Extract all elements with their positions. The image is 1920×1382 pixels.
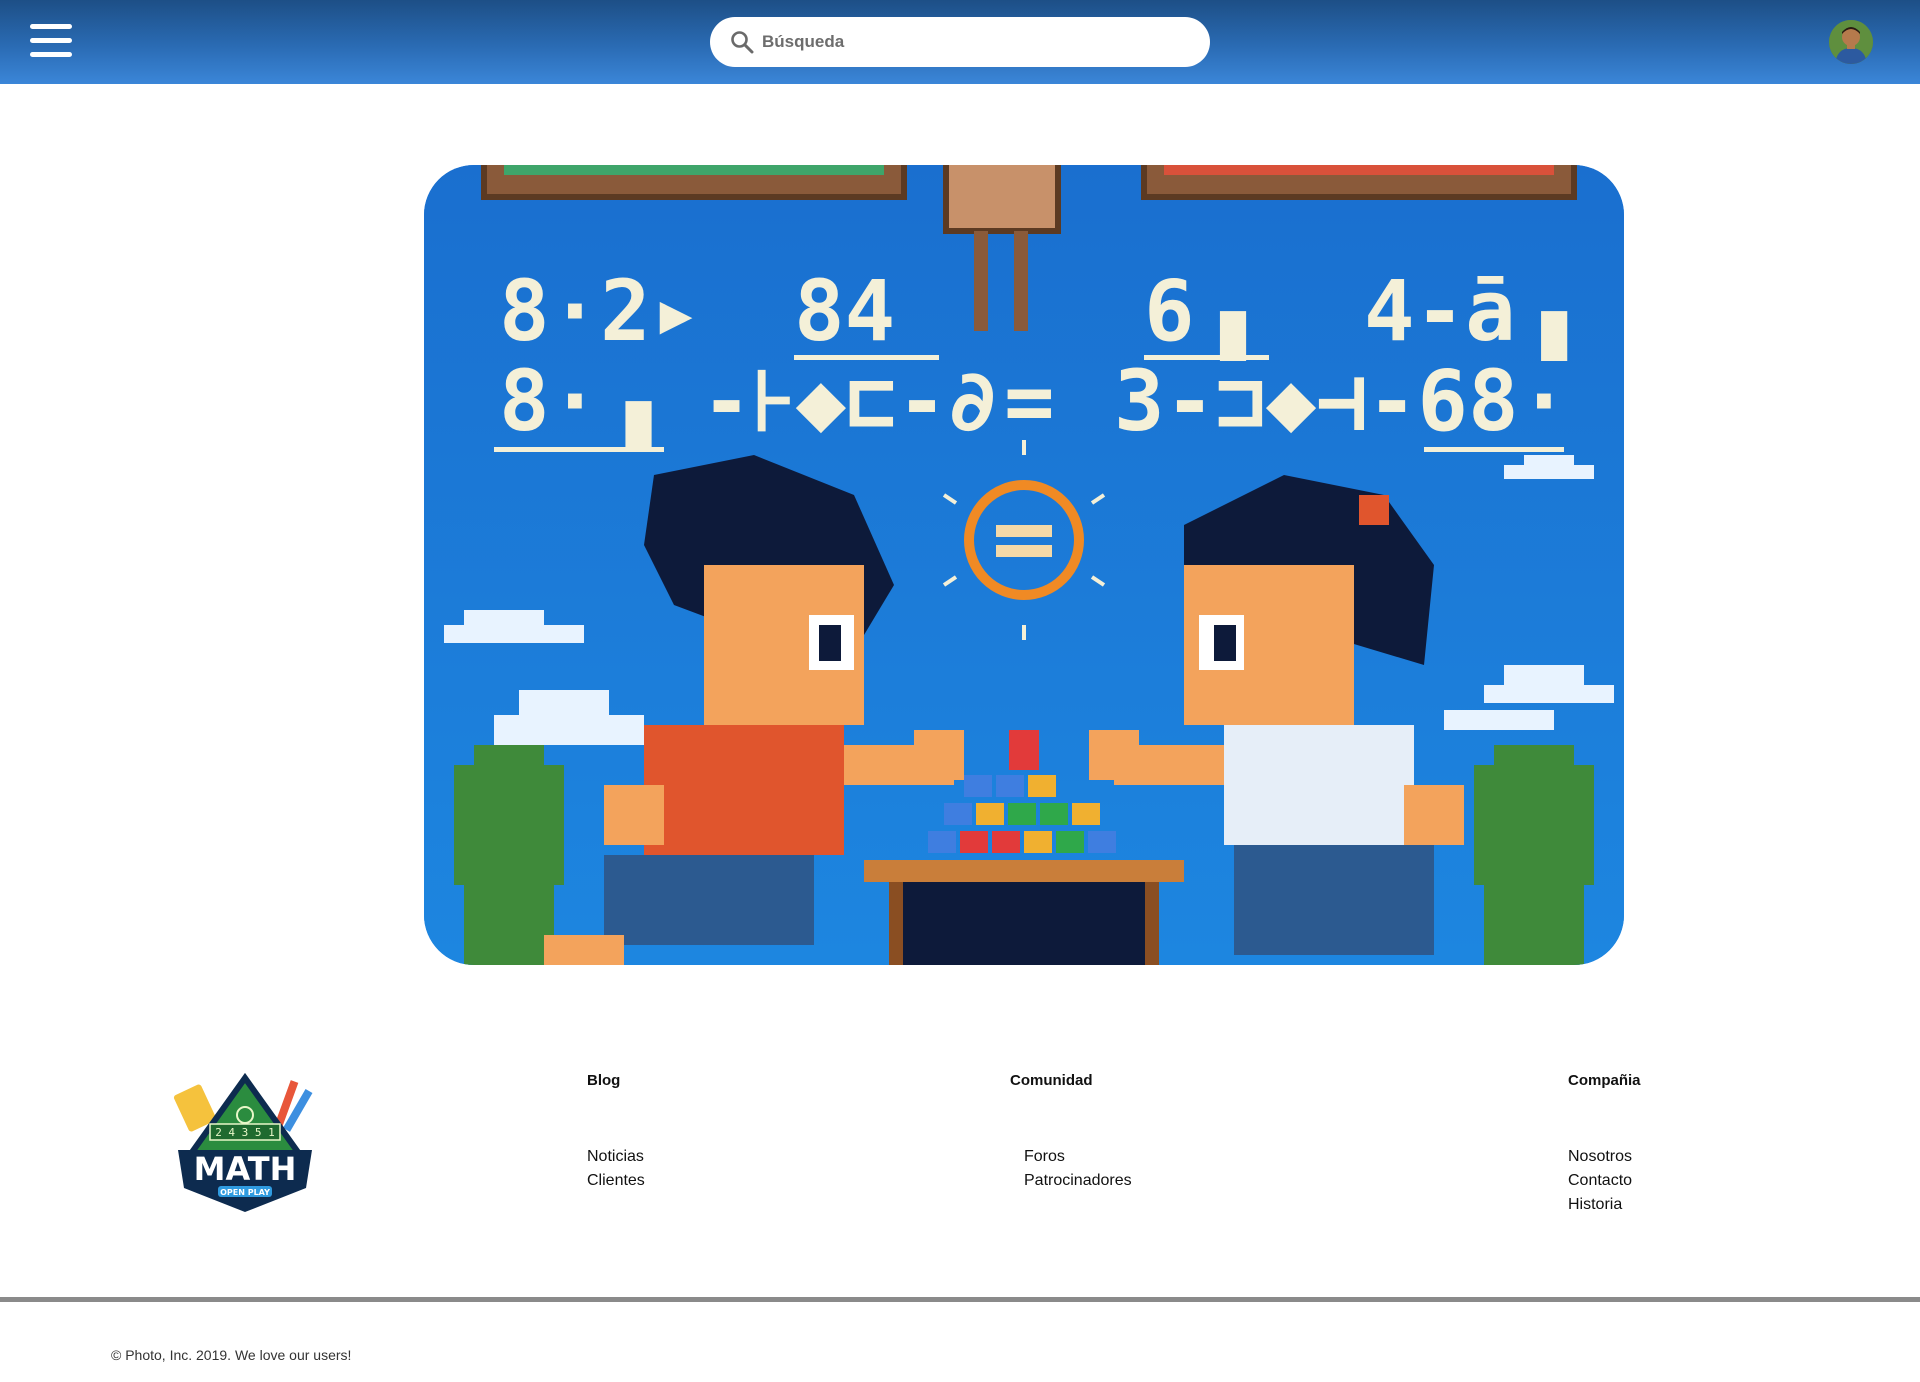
hamburger-menu-icon[interactable]: [30, 24, 72, 58]
top-navigation-bar: [0, 0, 1920, 84]
svg-text:3-⊐◆⊣-68·: 3-⊐◆⊣-68·: [1114, 352, 1569, 450]
footer-link-historia[interactable]: Historia: [1568, 1193, 1641, 1217]
math-open-play-logo[interactable]: 2 4 3 5 1 MATH OPEN PLAY: [170, 1070, 320, 1215]
logo-subtitle: OPEN PLAY: [220, 1188, 270, 1197]
footer-link-foros[interactable]: Foros: [1024, 1145, 1132, 1169]
search-icon: [731, 31, 754, 54]
user-avatar[interactable]: [1829, 20, 1873, 64]
footer-heading-blog: Blog: [587, 1072, 621, 1089]
search-input[interactable]: [762, 32, 1182, 52]
footer-heading-community: Comunidad: [1010, 1072, 1093, 1089]
svg-text:6▗: 6▗: [1144, 262, 1247, 361]
logo-numbers: 2 4 3 5 1: [215, 1126, 275, 1139]
footer-column-blog: Blog Noticias Clientes: [587, 1072, 645, 1193]
footer-divider: [0, 1297, 1920, 1302]
svg-text:84: 84: [794, 262, 895, 360]
svg-text:=: =: [1004, 352, 1055, 450]
logo-title: MATH: [194, 1150, 297, 1188]
footer-heading-company: Compañia: [1568, 1072, 1641, 1089]
svg-text:8·2▸: 8·2▸: [499, 262, 701, 360]
footer-link-contacto[interactable]: Contacto: [1568, 1169, 1641, 1193]
search-bar[interactable]: [710, 17, 1210, 67]
hero-image: 8·2▸ 84 6▗ 4-ā▗ 8·▗ -⊦◆⊏-∂ = 3-⊐◆⊣-68·: [424, 165, 1624, 965]
footer-link-clientes[interactable]: Clientes: [587, 1169, 645, 1193]
svg-text:4-ā▗: 4-ā▗: [1364, 262, 1568, 361]
copyright-text: © Photo, Inc. 2019. We love our users!: [111, 1347, 352, 1363]
footer-column-company: Compañia Nosotros Contacto Historia: [1568, 1072, 1641, 1217]
svg-text:8·▗ -⊦◆⊏-∂: 8·▗ -⊦◆⊏-∂: [499, 352, 998, 451]
footer-link-patrocinadores[interactable]: Patrocinadores: [1024, 1169, 1132, 1193]
footer-column-community: Comunidad Foros Patrocinadores: [1010, 1072, 1132, 1193]
footer-link-noticias[interactable]: Noticias: [587, 1145, 645, 1169]
footer-link-nosotros[interactable]: Nosotros: [1568, 1145, 1641, 1169]
